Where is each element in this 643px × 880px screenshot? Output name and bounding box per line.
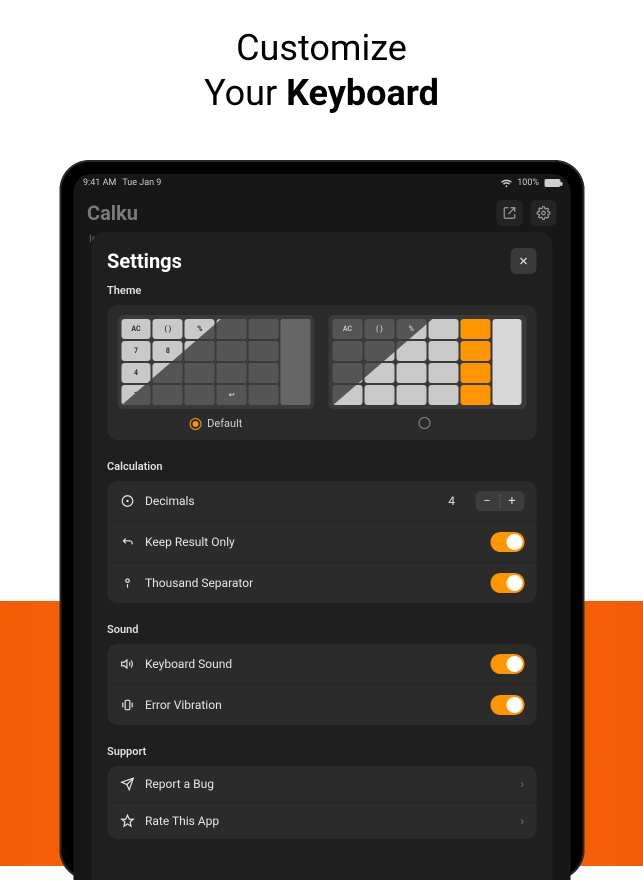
- decimals-icon: [119, 493, 135, 509]
- error-vibration-label: Error Vibration: [145, 698, 222, 712]
- return-icon: [119, 534, 135, 550]
- row-thousand-separator: Thousand Separator: [107, 563, 536, 603]
- app-title: Calku: [87, 201, 138, 225]
- keyboard-sound-toggle[interactable]: [490, 654, 524, 674]
- row-rate-app[interactable]: Rate This App ›: [107, 803, 536, 839]
- theme-thumb-alt: AC( )%±: [329, 315, 527, 409]
- theme-thumb-default: AC ( ) % ± ÷ = 7 8 9 × 4 5: [117, 315, 315, 409]
- row-keep-result: Keep Result Only: [107, 522, 536, 563]
- thousand-toggle[interactable]: [490, 573, 524, 593]
- battery-icon: [544, 179, 560, 187]
- row-report-bug[interactable]: Report a Bug ›: [107, 766, 536, 803]
- share-button[interactable]: [496, 200, 522, 226]
- row-decimals: Decimals 4 − +: [107, 481, 536, 522]
- status-time: 9:41 AM: [83, 178, 116, 188]
- screen: 9:41 AM Tue Jan 9 100% Calku Inputs: [73, 174, 570, 880]
- error-vibration-toggle[interactable]: [490, 695, 524, 715]
- promo-line2: Your Keyboard: [0, 71, 643, 116]
- send-icon: [119, 776, 135, 792]
- row-keyboard-sound: Keyboard Sound: [107, 644, 536, 685]
- theme-options: AC ( ) % ± ÷ = 7 8 9 × 4 5: [107, 305, 536, 440]
- section-calculation-label: Calculation: [107, 460, 536, 473]
- separator-icon: [119, 575, 135, 591]
- stepper-plus[interactable]: +: [500, 491, 524, 511]
- close-button[interactable]: [510, 248, 536, 274]
- close-icon: [517, 255, 529, 267]
- wifi-icon: [500, 179, 512, 188]
- keep-result-toggle[interactable]: [490, 532, 524, 552]
- rate-app-label: Rate This App: [145, 814, 219, 828]
- promo-line1: Customize: [0, 26, 643, 71]
- section-theme-label: Theme: [107, 284, 536, 297]
- section-support-label: Support: [107, 745, 536, 758]
- status-date: Tue Jan 9: [122, 178, 161, 188]
- gear-icon: [536, 206, 550, 220]
- radio-icon: [189, 418, 201, 430]
- stepper-minus[interactable]: −: [475, 491, 499, 511]
- decimals-stepper[interactable]: − +: [475, 491, 524, 511]
- share-icon: [502, 206, 516, 220]
- settings-title: Settings: [107, 249, 182, 273]
- chevron-right-icon: ›: [520, 777, 524, 791]
- ipad-frame: 9:41 AM Tue Jan 9 100% Calku Inputs: [59, 160, 584, 880]
- theme-option-default[interactable]: AC ( ) % ± ÷ = 7 8 9 × 4 5: [117, 315, 315, 430]
- calculation-group: Decimals 4 − + Keep Result Only: [107, 481, 536, 603]
- decimals-value: 4: [448, 494, 455, 508]
- keyboard-sound-label: Keyboard Sound: [145, 657, 232, 671]
- decimals-label: Decimals: [145, 494, 195, 508]
- section-sound-label: Sound: [107, 623, 536, 636]
- vibration-icon: [119, 697, 135, 713]
- sound-group: Keyboard Sound Error Vibration: [107, 644, 536, 725]
- thousand-label: Thousand Separator: [145, 576, 253, 590]
- app-header: Calku: [73, 192, 570, 232]
- promo-heading: Customize Your Keyboard: [0, 0, 643, 134]
- settings-button[interactable]: [530, 200, 556, 226]
- battery-percent: 100%: [517, 178, 539, 188]
- theme-option-label: Default: [207, 417, 242, 430]
- radio-icon: [418, 417, 430, 429]
- row-error-vibration: Error Vibration: [107, 685, 536, 725]
- settings-modal: Settings Theme AC ( ) % ± ÷ =: [91, 232, 552, 880]
- speaker-icon: [119, 656, 135, 672]
- status-bar: 9:41 AM Tue Jan 9 100%: [73, 174, 570, 192]
- chevron-right-icon: ›: [520, 814, 524, 828]
- report-bug-label: Report a Bug: [145, 777, 214, 791]
- theme-option-alt[interactable]: AC( )%±: [329, 315, 527, 430]
- keep-result-label: Keep Result Only: [145, 535, 235, 549]
- star-icon: [119, 813, 135, 829]
- support-group: Report a Bug › Rate This App ›: [107, 766, 536, 839]
